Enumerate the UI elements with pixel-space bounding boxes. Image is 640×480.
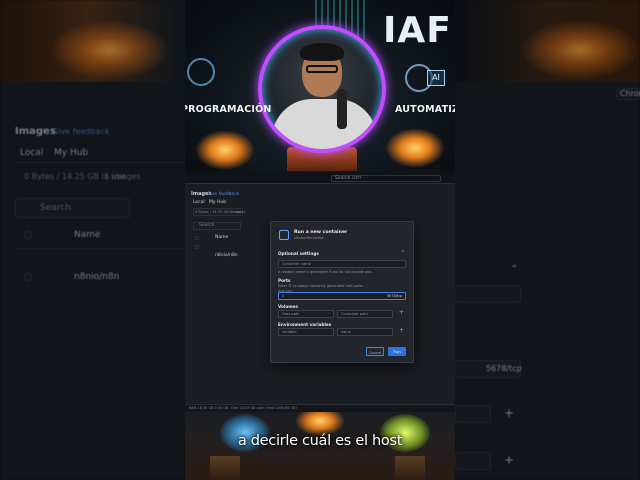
bg-right-button-label: Chrome — [620, 89, 640, 98]
right-label: AUTOMATIZ — [395, 104, 455, 115]
ai-chip-icon: AI — [427, 70, 445, 86]
background-spark — [50, 20, 170, 80]
host-path-input[interactable]: Host path — [278, 310, 334, 318]
docker-desktop-window: Search /ctrl Images Give feedback Local … — [185, 172, 455, 412]
host-path-browse-icon[interactable]: … — [327, 311, 330, 315]
ports-title: Ports — [278, 278, 291, 283]
chevron-up-icon[interactable]: ⌃ — [401, 250, 405, 256]
webcam-banner: AI IAF PROGRAMACIÓN AUTOMATIZ — [185, 0, 455, 172]
tab-my-hub[interactable]: My Hub — [209, 200, 226, 205]
container-path-input[interactable]: Container path — [337, 310, 393, 318]
row-checkbox[interactable] — [195, 245, 199, 249]
add-env-plus-icon[interactable]: + — [399, 327, 404, 334]
tab-local[interactable]: Local — [193, 200, 205, 205]
app-search-input[interactable]: Search /ctrl — [331, 175, 441, 182]
screen: Images Give feedback Local My Hub 0 Byte… — [0, 0, 640, 480]
bg-tab-local: Local — [20, 148, 44, 158]
bg-col-name: Name — [74, 230, 101, 240]
images-count: 1 images — [229, 210, 246, 214]
bg-chevron-up-icon: ⌃ — [510, 264, 519, 275]
select-all-checkbox[interactable] — [195, 236, 199, 240]
bg-row-name: n8nio/n8n — [74, 272, 120, 282]
bg-give-feedback: Give feedback — [52, 127, 110, 136]
env-vars-title: Environment variables — [278, 322, 332, 327]
bg-tab-hub: My Hub — [54, 148, 89, 158]
dialog-subtitle: n8nio/n8n:latest — [294, 236, 324, 240]
host-port-value: 0 — [282, 294, 285, 298]
spark-graphic — [195, 130, 255, 170]
give-feedback-link[interactable]: Give feedback — [207, 192, 239, 197]
bg-divider — [15, 162, 185, 163]
brain-icon — [187, 58, 215, 86]
podium-graphic — [210, 456, 240, 480]
bg-divider — [15, 248, 185, 249]
run-container-dialog: Run a new container n8nio/n8n:latest Opt… — [270, 221, 414, 363]
microphone-icon — [337, 89, 347, 129]
add-volume-plus-icon[interactable]: + — [399, 309, 404, 316]
bg-input — [455, 405, 491, 423]
person-hair — [300, 43, 344, 61]
bg-input — [455, 285, 521, 303]
bg-input — [455, 452, 491, 470]
dialog-title: Run a new container — [294, 230, 348, 235]
webcam-avatar — [258, 25, 386, 153]
container-name-input[interactable]: Container name — [278, 260, 406, 268]
video-frame: AI IAF PROGRAMACIÓN AUTOMATIZ Search /ct… — [185, 0, 455, 480]
bg-plus-icon: + — [504, 453, 515, 467]
bg-port-value: 5678/tcp — [486, 364, 522, 373]
container-name-help: A random name is generated if you do not… — [278, 270, 373, 274]
column-name: Name — [215, 235, 229, 240]
ports-help: Enter '0' to assign randomly generated h… — [278, 284, 364, 288]
brand-logo: IAF — [383, 10, 452, 51]
container-port: 5678/tcp — [387, 294, 403, 298]
left-label: PROGRAMACIÓN — [185, 104, 272, 115]
optional-settings-title[interactable]: Optional settings — [278, 251, 319, 256]
image-row-name[interactable]: n8nio/n8n — [215, 253, 238, 258]
bg-checkbox — [24, 231, 32, 239]
env-value-input[interactable]: Value — [337, 328, 393, 336]
bg-images-count: 1 images — [104, 172, 141, 181]
volumes-title: Volumes — [278, 304, 299, 309]
bg-checkbox — [24, 273, 32, 281]
container-icon — [279, 230, 289, 240]
bg-plus-icon: + — [504, 406, 515, 420]
background-spark — [520, 20, 640, 80]
app-titlebar: Search /ctrl — [185, 172, 455, 184]
env-variable-input[interactable]: Variable — [278, 328, 334, 336]
cancel-button[interactable]: Cancel — [366, 347, 384, 356]
video-caption: a decirle cuál es el host — [237, 433, 403, 449]
spark-graphic — [385, 128, 445, 168]
bg-search-box — [15, 198, 130, 218]
run-button[interactable]: Run — [388, 347, 406, 356]
glasses-icon — [306, 65, 338, 73]
bg-images-title: Images — [15, 126, 56, 137]
status-bar: RAM 28.56 GB 0.00 GB · Disk 23.55 GB use… — [185, 404, 455, 412]
images-search-placeholder: Search — [199, 223, 215, 228]
bg-search-placeholder: Search — [40, 203, 71, 213]
person-body — [272, 99, 377, 149]
status-text: RAM 28.56 GB 0.00 GB · Disk 23.55 GB use… — [189, 406, 297, 410]
podium-graphic — [395, 456, 425, 480]
